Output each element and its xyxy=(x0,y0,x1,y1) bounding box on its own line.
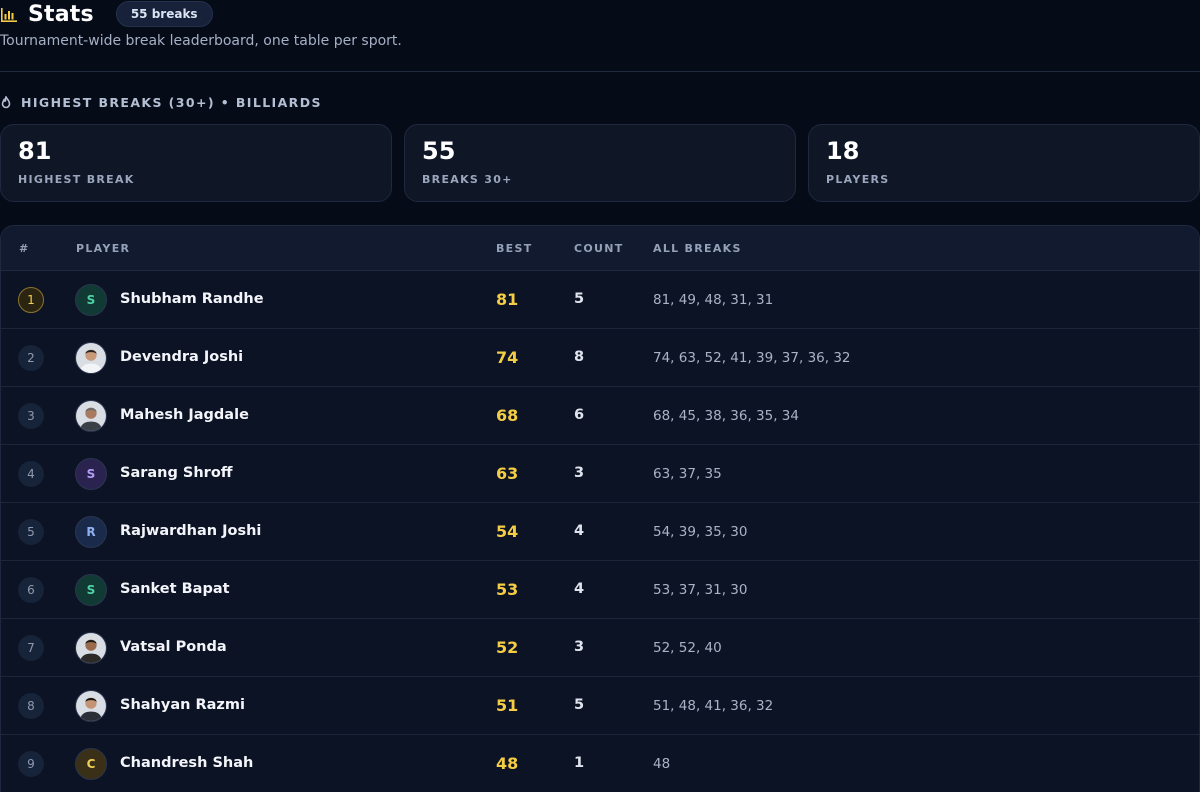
player-name[interactable]: Vatsal Ponda xyxy=(120,639,227,655)
all-breaks: 74, 63, 52, 41, 39, 37, 36, 32 xyxy=(653,350,851,366)
best-break: 74 xyxy=(496,348,519,367)
best-break: 52 xyxy=(496,638,519,657)
break-count: 5 xyxy=(574,291,585,307)
rank-badge: 3 xyxy=(18,403,44,429)
column-header-count[interactable]: COUNT xyxy=(574,242,624,255)
summary-label: PLAYERS xyxy=(826,173,890,186)
table-row[interactable]: 9 C Chandresh Shah 48 1 48 xyxy=(1,735,1199,792)
rank-badge: 2 xyxy=(18,345,44,371)
column-header-all-breaks[interactable]: ALL BREAKS xyxy=(653,242,742,255)
summary-card-highest-break: 81 HIGHEST BREAK xyxy=(0,124,392,202)
summary-card-breaks-30: 55 BREAKS 30+ xyxy=(404,124,796,202)
player-name[interactable]: Sarang Shroff xyxy=(120,465,233,481)
break-count: 1 xyxy=(574,755,585,771)
all-breaks: 53, 37, 31, 30 xyxy=(653,582,748,598)
best-break: 48 xyxy=(496,754,519,773)
best-break: 81 xyxy=(496,290,519,309)
rank-badge: 6 xyxy=(18,577,44,603)
best-break: 53 xyxy=(496,580,519,599)
page-title: Stats xyxy=(28,1,94,27)
all-breaks: 81, 49, 48, 31, 31 xyxy=(653,292,774,308)
summary-label: BREAKS 30+ xyxy=(422,173,513,186)
breaks-count-badge: 55 breaks xyxy=(115,1,213,27)
best-break: 68 xyxy=(496,406,519,425)
page-header: Stats 55 breaks Tournament-wide break le… xyxy=(0,0,1200,49)
break-count: 6 xyxy=(574,407,585,423)
title-row: Stats 55 breaks xyxy=(0,0,1200,28)
avatar: R xyxy=(75,516,107,548)
avatar xyxy=(75,632,107,664)
all-breaks: 51, 48, 41, 36, 32 xyxy=(653,698,774,714)
avatar xyxy=(75,342,107,374)
flame-icon xyxy=(0,95,12,109)
avatar: S xyxy=(75,284,107,316)
best-break: 51 xyxy=(496,696,519,715)
break-count: 5 xyxy=(574,697,585,713)
avatar: C xyxy=(75,748,107,780)
best-break: 63 xyxy=(496,464,519,483)
leaderboard-table: # PLAYER BEST COUNT ALL BREAKS 1 S Shubham… xyxy=(0,225,1200,792)
break-count: 4 xyxy=(574,523,585,539)
summary-value: 18 xyxy=(826,137,860,165)
rank-badge: 5 xyxy=(18,519,44,545)
section-heading: HIGHEST BREAKS (30+) • BILLIARDS xyxy=(0,95,322,110)
table-row[interactable]: 2 Devendra Joshi 74 8 74, 63, 52, 41, 39, 37… xyxy=(1,329,1199,387)
rank-badge: 7 xyxy=(18,635,44,661)
break-count: 4 xyxy=(574,581,585,597)
table-header: # PLAYER BEST COUNT ALL BREAKS xyxy=(1,226,1199,271)
player-name[interactable]: Devendra Joshi xyxy=(120,349,243,365)
player-name[interactable]: Shahyan Razmi xyxy=(120,697,245,713)
summary-card-players: 18 PLAYERS xyxy=(808,124,1200,202)
table-row[interactable]: 1 S Shubham Randhe 81 5 81, 49, 48, 31, 31 xyxy=(1,271,1199,329)
all-breaks: 68, 45, 38, 36, 35, 34 xyxy=(653,408,799,424)
rank-badge: 8 xyxy=(18,693,44,719)
rank-badge: 4 xyxy=(18,461,44,487)
summary-label: HIGHEST BREAK xyxy=(18,173,135,186)
player-name[interactable]: Rajwardhan Joshi xyxy=(120,523,261,539)
all-breaks: 48 xyxy=(653,756,671,772)
rank-badge: 9 xyxy=(18,751,44,777)
avatar: S xyxy=(75,574,107,606)
player-name[interactable]: Mahesh Jagdale xyxy=(120,407,249,423)
summary-value: 55 xyxy=(422,137,456,165)
summary-cards: 81 HIGHEST BREAK 55 BREAKS 30+ 18 PLAYER… xyxy=(0,124,1200,202)
all-breaks: 52, 52, 40 xyxy=(653,640,722,656)
player-name[interactable]: Sanket Bapat xyxy=(120,581,230,597)
all-breaks: 54, 39, 35, 30 xyxy=(653,524,748,540)
table-row[interactable]: 4 S Sarang Shroff 63 3 63, 37, 35 xyxy=(1,445,1199,503)
page-subtitle: Tournament-wide break leaderboard, one t… xyxy=(0,33,402,49)
bar-chart-icon xyxy=(1,7,17,22)
table-row[interactable]: 3 Mahesh Jagdale 68 6 68, 45, 38, 36, 35, 34 xyxy=(1,387,1199,445)
rank-badge: 1 xyxy=(18,287,44,313)
summary-value: 81 xyxy=(18,137,52,165)
column-header-best[interactable]: BEST xyxy=(496,242,533,255)
all-breaks: 63, 37, 35 xyxy=(653,466,722,482)
table-row[interactable]: 7 Vatsal Ponda 52 3 52, 52, 40 xyxy=(1,619,1199,677)
player-name[interactable]: Shubham Randhe xyxy=(120,291,264,307)
best-break: 54 xyxy=(496,522,519,541)
table-row[interactable]: 5 R Rajwardhan Joshi 54 4 54, 39, 35, 30 xyxy=(1,503,1199,561)
section-title: HIGHEST BREAKS (30+) • BILLIARDS xyxy=(21,95,322,110)
avatar: S xyxy=(75,458,107,490)
break-count: 3 xyxy=(574,639,585,655)
avatar xyxy=(75,400,107,432)
player-name[interactable]: Chandresh Shah xyxy=(120,755,253,771)
column-header-player[interactable]: PLAYER xyxy=(76,242,130,255)
table-row[interactable]: 8 Shahyan Razmi 51 5 51, 48, 41, 36, 32 xyxy=(1,677,1199,735)
header-divider xyxy=(0,71,1200,72)
table-row[interactable]: 6 S Sanket Bapat 53 4 53, 37, 31, 30 xyxy=(1,561,1199,619)
break-count: 8 xyxy=(574,349,585,365)
column-header-rank[interactable]: # xyxy=(19,242,30,255)
avatar xyxy=(75,690,107,722)
break-count: 3 xyxy=(574,465,585,481)
